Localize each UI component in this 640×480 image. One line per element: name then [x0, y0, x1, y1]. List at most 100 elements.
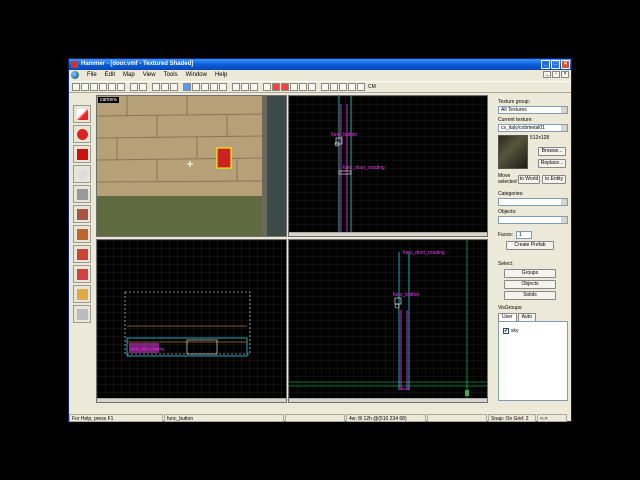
entity-report-icon[interactable]	[272, 83, 280, 91]
vertex-icon	[77, 309, 88, 320]
horizontal-scrollbar[interactable]	[289, 232, 487, 236]
current-texture-select[interactable]: cs_italy/cobmetal01	[498, 124, 568, 132]
grid-3d-icon[interactable]	[99, 83, 107, 91]
selection-tool[interactable]	[73, 105, 91, 123]
overlay-tool[interactable]	[73, 265, 91, 283]
side-viewport[interactable]: func_door_rotating func_button door	[288, 239, 488, 403]
objects-label: Objects:	[498, 209, 517, 215]
toolbar-separator	[179, 83, 182, 91]
map-properties-icon[interactable]	[290, 83, 298, 91]
menu-tools[interactable]: Tools	[160, 70, 182, 80]
unhide-icon[interactable]	[210, 83, 218, 91]
render-lighting-icon[interactable]	[348, 83, 356, 91]
list-item[interactable]: ✔ sky	[503, 328, 519, 334]
render-shaded-icon[interactable]	[357, 83, 365, 91]
entity-label: func_door_rotating	[343, 165, 385, 171]
undo-icon[interactable]	[130, 83, 138, 91]
texture-icon	[77, 209, 88, 220]
grid-toggle-icon[interactable]	[72, 83, 80, 91]
run-map-icon[interactable]	[299, 83, 307, 91]
group-icon[interactable]	[183, 83, 191, 91]
horizontal-scrollbar[interactable]	[289, 398, 487, 402]
replace-button[interactable]: Replace...	[538, 159, 566, 168]
solids-button[interactable]: Solids	[504, 291, 556, 300]
front-viewport[interactable]: func_door_rotating	[96, 239, 287, 403]
create-prefab-button[interactable]: Create Prefab	[506, 241, 554, 250]
mdi-restore-icon[interactable]: ▫	[552, 71, 560, 78]
render-wireframe-icon[interactable]	[321, 83, 329, 91]
faces-label: Faces:	[498, 232, 514, 238]
entity-tool[interactable]	[73, 165, 91, 183]
texture-application-tool[interactable]	[73, 205, 91, 223]
menu-edit[interactable]: Edit	[101, 70, 119, 80]
chevron-down-icon	[561, 107, 567, 113]
texture-lock-icon[interactable]	[232, 83, 240, 91]
vertex-tool[interactable]	[73, 305, 91, 323]
check-problems-icon[interactable]	[281, 83, 289, 91]
select-by-handle-icon[interactable]	[263, 83, 271, 91]
browse-button[interactable]: Browse...	[538, 147, 566, 156]
menu-view[interactable]: View	[139, 70, 160, 80]
quick-hide-icon[interactable]	[250, 83, 258, 91]
globe-icon[interactable]	[71, 71, 79, 79]
grid-small-icon[interactable]	[81, 83, 89, 91]
button-entity[interactable]	[216, 147, 232, 169]
apply-texture-tool[interactable]	[73, 225, 91, 243]
camera-scene	[97, 96, 286, 236]
visgroup-list[interactable]: ✔ sky	[498, 321, 568, 401]
visgroups-label: VisGroups:	[498, 305, 523, 311]
render-textured-icon[interactable]	[339, 83, 347, 91]
select-label: Select:	[498, 261, 514, 267]
checkbox-icon[interactable]: ✔	[503, 328, 509, 334]
viewport-label[interactable]: camera	[98, 97, 119, 103]
menu-map[interactable]: Map	[119, 70, 139, 80]
status-snap: Snap: On Grid: 2	[488, 413, 536, 422]
redo-icon[interactable]	[139, 83, 147, 91]
decal-tool[interactable]	[73, 245, 91, 263]
lightbulb-icon	[77, 169, 88, 180]
overlay-icon	[77, 269, 88, 280]
magnify-tool[interactable]	[73, 125, 91, 143]
paste-icon[interactable]	[170, 83, 178, 91]
toolbar-separator	[228, 83, 231, 91]
cut-icon[interactable]	[152, 83, 160, 91]
to-world-button[interactable]: to World	[518, 175, 540, 184]
hide-icon[interactable]	[201, 83, 209, 91]
mdi-minimize-icon[interactable]: _	[543, 71, 551, 78]
camera-tool[interactable]	[73, 145, 91, 163]
objects-button[interactable]: Objects	[504, 280, 556, 289]
helpers-icon[interactable]	[117, 83, 125, 91]
groups-button[interactable]: Groups	[504, 269, 556, 278]
faces-field[interactable]: 1	[516, 231, 532, 239]
toolbar-separator	[126, 83, 129, 91]
clipping-tool[interactable]	[73, 285, 91, 303]
menu-file[interactable]: File	[83, 70, 101, 80]
copy-icon[interactable]	[161, 83, 169, 91]
carve-icon[interactable]	[219, 83, 227, 91]
chevron-down-icon	[561, 199, 567, 205]
apply-texture-icon	[77, 229, 88, 240]
camera-viewport[interactable]: camera	[96, 95, 287, 237]
grid-large-icon[interactable]	[90, 83, 98, 91]
texture-preview[interactable]	[498, 135, 528, 169]
close-icon[interactable]: ×	[561, 60, 570, 69]
ungroup-icon[interactable]	[192, 83, 200, 91]
texture-group-select[interactable]: All Textures	[498, 106, 568, 114]
categories-select[interactable]	[498, 198, 568, 206]
menu-window[interactable]: Window	[182, 70, 211, 80]
block-tool[interactable]	[73, 185, 91, 203]
texture-scale-lock-icon[interactable]	[241, 83, 249, 91]
minimize-icon[interactable]: _	[541, 60, 550, 69]
game-config-icon[interactable]	[308, 83, 316, 91]
mdi-close-icon[interactable]: ×	[561, 71, 569, 78]
top-viewport[interactable]: func_button func_door_rotating	[288, 95, 488, 237]
menu-help[interactable]: Help	[211, 70, 231, 80]
objects-select[interactable]	[498, 216, 568, 224]
cordon-label[interactable]: CM	[368, 84, 376, 90]
snap-icon[interactable]	[108, 83, 116, 91]
maximize-icon[interactable]: □	[551, 60, 560, 69]
horizontal-scrollbar[interactable]	[97, 398, 286, 402]
status-empty	[285, 413, 345, 422]
render-flat-icon[interactable]	[330, 83, 338, 91]
to-entity-button[interactable]: to Entity	[542, 175, 566, 184]
